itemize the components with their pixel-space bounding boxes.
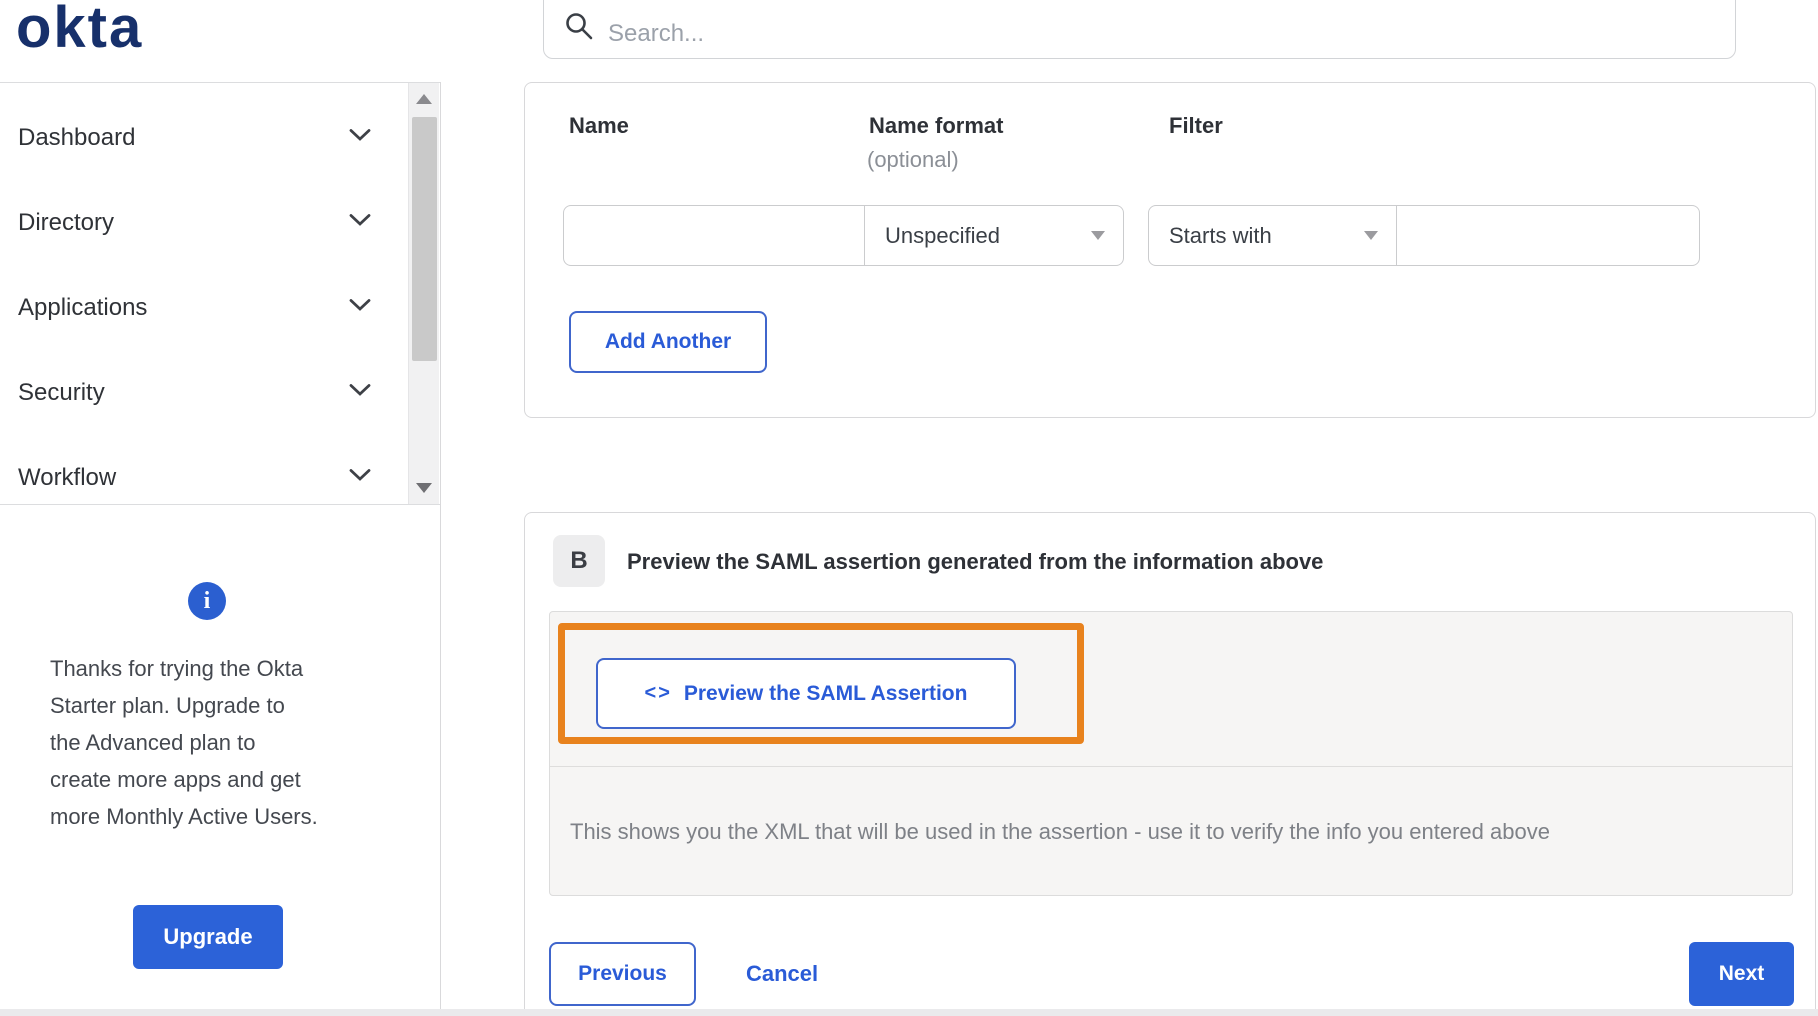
- attribute-name-input[interactable]: [563, 205, 865, 266]
- preview-panel: <> Preview the SAML Assertion This shows…: [549, 611, 1793, 896]
- search-input[interactable]: [608, 20, 1715, 48]
- trial-note-line: more Monthly Active Users.: [50, 804, 318, 829]
- sidebar-item-security[interactable]: Security: [18, 350, 372, 435]
- chevron-down-icon: [348, 383, 372, 402]
- trial-note: Thanks for trying the Okta Starter plan.…: [50, 650, 390, 835]
- trial-note-line: the Advanced plan to: [50, 730, 256, 755]
- dropdown-caret-icon: [1364, 231, 1378, 240]
- sidebar-nav: Dashboard Directory Applications Securit…: [0, 82, 440, 505]
- info-icon: i: [188, 582, 226, 620]
- section-b-title: Preview the SAML assertion generated fro…: [627, 549, 1324, 574]
- preview-description-row: This shows you the XML that will be used…: [550, 766, 1792, 896]
- chevron-down-icon: [348, 213, 372, 232]
- left-panel-divider: [440, 82, 441, 1016]
- sidebar-item-label: Security: [18, 378, 105, 406]
- name-format-column-label: Name format: [869, 113, 1004, 138]
- scroll-up-arrow[interactable]: [409, 87, 439, 111]
- code-icon: <>: [644, 682, 672, 704]
- name-format-selected-value: Unspecified: [885, 222, 1000, 248]
- name-format-optional-hint: (optional): [867, 147, 959, 172]
- upgrade-button[interactable]: Upgrade: [133, 905, 283, 969]
- preview-assertion-card: B Preview the SAML assertion generated f…: [524, 512, 1816, 1016]
- attribute-statements-card: Name Name format (optional) Filter Unspe…: [524, 82, 1816, 418]
- sidebar-item-workflow[interactable]: Workflow: [18, 435, 372, 520]
- sidebar-item-applications[interactable]: Applications: [18, 265, 372, 350]
- chevron-down-icon: [348, 128, 372, 147]
- filter-type-selected-value: Starts with: [1169, 222, 1272, 248]
- search-icon: [564, 11, 594, 46]
- next-button[interactable]: Next: [1689, 942, 1794, 1006]
- scrollbar-thumb[interactable]: [412, 117, 437, 361]
- chevron-down-icon: [348, 468, 372, 487]
- trial-note-line: create more apps and get: [50, 767, 301, 792]
- filter-column-label: Filter: [1169, 113, 1223, 138]
- sidebar-scrollbar[interactable]: [408, 83, 439, 504]
- trial-note-line: Starter plan. Upgrade to: [50, 693, 285, 718]
- sidebar-nav-list: Dashboard Directory Applications Securit…: [0, 83, 440, 520]
- sidebar-item-label: Workflow: [18, 463, 117, 491]
- trial-note-line: Thanks for trying the Okta: [50, 656, 304, 681]
- attribute-row: Unspecified Starts with: [563, 205, 1700, 266]
- sidebar-item-directory[interactable]: Directory: [18, 180, 372, 265]
- sidebar-item-label: Directory: [18, 208, 115, 236]
- previous-button[interactable]: Previous: [549, 942, 696, 1006]
- global-search[interactable]: [543, 0, 1736, 59]
- chevron-down-icon: [348, 298, 372, 317]
- viewport-bottom-strip: [0, 1009, 1818, 1016]
- sidebar-item-label: Dashboard: [18, 123, 136, 151]
- scroll-down-arrow[interactable]: [409, 476, 439, 500]
- preview-saml-assertion-button[interactable]: <> Preview the SAML Assertion: [596, 658, 1016, 729]
- name-format-select[interactable]: Unspecified: [864, 205, 1124, 266]
- preview-button-label: Preview the SAML Assertion: [683, 681, 968, 705]
- name-column-label: Name: [569, 113, 629, 138]
- cancel-link[interactable]: Cancel: [746, 942, 818, 1006]
- section-b-badge: B: [553, 535, 605, 587]
- dropdown-caret-icon: [1091, 231, 1105, 240]
- add-another-button[interactable]: Add Another: [569, 311, 767, 373]
- filter-value-input[interactable]: [1396, 205, 1700, 266]
- okta-logo: okta: [16, 0, 144, 60]
- preview-description: This shows you the XML that will be used…: [570, 818, 1550, 844]
- sidebar-item-dashboard[interactable]: Dashboard: [18, 95, 372, 180]
- sidebar-item-label: Applications: [18, 293, 148, 321]
- filter-type-select[interactable]: Starts with: [1148, 205, 1397, 266]
- okta-admin-screen: okta Dashboard Directory Applications Se…: [0, 0, 1818, 1016]
